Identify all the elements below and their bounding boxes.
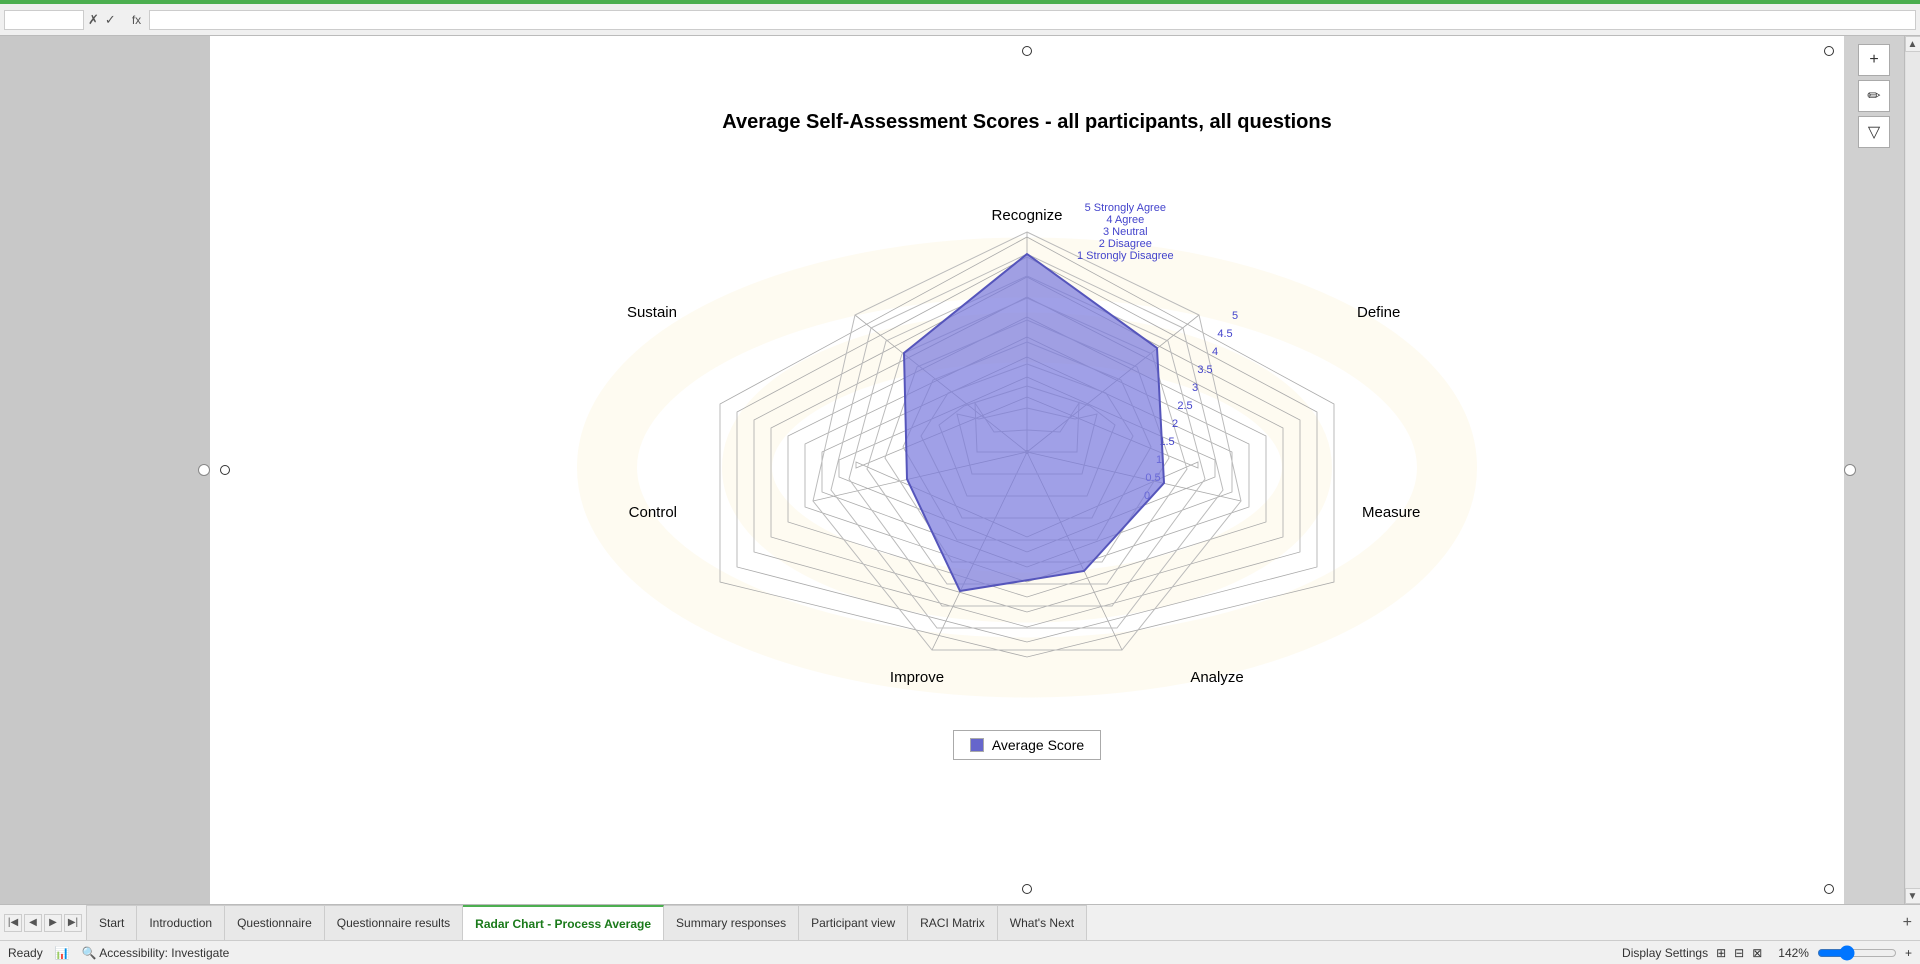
svg-text:5: 5 — [1232, 310, 1238, 322]
sheet-tabs: Start Introduction Questionnaire Questio… — [87, 905, 1895, 940]
label-sustain: Sustain — [627, 304, 677, 321]
legend-color — [970, 738, 984, 752]
svg-text:2: 2 — [1172, 418, 1178, 430]
cell-mode-icon: 📊 — [55, 946, 70, 960]
label-define: Define — [1357, 304, 1400, 321]
accessibility-label[interactable]: 🔍 Accessibility: Investigate — [82, 946, 230, 960]
svg-text:4: 4 — [1212, 346, 1218, 358]
sheet-nav-next[interactable]: ▶ — [44, 914, 62, 932]
zoom-in-icon[interactable]: + — [1905, 946, 1912, 960]
tab-questionnaire-results[interactable]: Questionnaire results — [325, 905, 463, 940]
cross-icon[interactable]: ✗ — [88, 12, 99, 28]
data-polygon — [904, 254, 1164, 591]
svg-text:4.5: 4.5 — [1217, 328, 1232, 340]
svg-text:2.5: 2.5 — [1177, 400, 1192, 412]
zoom-slider[interactable] — [1817, 945, 1897, 961]
right-panel: + ✏ ▽ — [1844, 36, 1904, 904]
label-analyze: Analyze — [1190, 669, 1243, 686]
handle-bottom[interactable] — [1022, 884, 1032, 894]
view-pagebreak-icon[interactable]: ⊠ — [1752, 946, 1762, 960]
label-improve: Improve — [890, 669, 944, 686]
svg-text:3: 3 — [1192, 382, 1198, 394]
status-left: Ready 📊 🔍 Accessibility: Investigate — [8, 946, 229, 960]
status-right: Display Settings ⊞ ⊟ ⊠ 142% + — [1622, 945, 1912, 961]
right-scrollbar: ▲ ▼ — [1904, 36, 1920, 904]
tab-questionnaire[interactable]: Questionnaire — [225, 905, 325, 940]
formula-bar: ✗ ✓ fx — [0, 4, 1920, 36]
label-measure: Measure — [1362, 504, 1420, 521]
label-control: Control — [629, 504, 677, 521]
chart-inner: Average Self-Assessment Scores - all par… — [497, 95, 1557, 845]
handle-top[interactable] — [1022, 46, 1032, 56]
zoom-level: 142% — [1778, 946, 1809, 960]
tab-whats-next[interactable]: What's Next — [998, 905, 1087, 940]
sheet-nav-first[interactable]: |◀ — [4, 914, 22, 932]
add-button[interactable]: + — [1858, 44, 1890, 76]
scroll-down[interactable]: ▼ — [1905, 888, 1920, 904]
cell-reference[interactable] — [4, 10, 84, 30]
label-recognize: Recognize — [992, 207, 1063, 224]
tab-introduction[interactable]: Introduction — [137, 905, 225, 940]
right-resize-handle[interactable] — [1844, 464, 1856, 476]
svg-text:3.5: 3.5 — [1197, 364, 1212, 376]
tab-raci-matrix[interactable]: RACI Matrix — [908, 905, 998, 940]
sheet-tab-bar: |◀ ◀ ▶ ▶| Start Introduction Questionnai… — [0, 904, 1920, 940]
left-gutter — [0, 36, 210, 904]
tab-radar-chart[interactable]: Radar Chart - Process Average — [463, 905, 664, 940]
scroll-track[interactable] — [1906, 52, 1920, 888]
radar-wrapper: 5 Strongly Agree 4 Agree 3 Neutral 2 Dis… — [497, 142, 1557, 760]
tab-start[interactable]: Start — [87, 905, 137, 940]
status-ready: Ready — [8, 946, 43, 960]
tab-summary-responses[interactable]: Summary responses — [664, 905, 799, 940]
chart-area: Average Self-Assessment Scores - all par… — [210, 36, 1844, 904]
scroll-up[interactable]: ▲ — [1905, 36, 1920, 52]
view-page-icon[interactable]: ⊟ — [1734, 946, 1744, 960]
handle-top-right[interactable] — [1824, 46, 1834, 56]
chart-title: Average Self-Assessment Scores - all par… — [497, 95, 1557, 142]
display-settings[interactable]: Display Settings — [1622, 946, 1708, 960]
check-icon[interactable]: ✓ — [105, 12, 116, 28]
legend-label: Average Score — [992, 737, 1084, 753]
handle-bottom-right[interactable] — [1824, 884, 1834, 894]
edit-button[interactable]: ✏ — [1858, 80, 1890, 112]
scale-legend: 5 Strongly Agree 4 Agree 3 Neutral 2 Dis… — [1077, 202, 1174, 262]
status-bar: Ready 📊 🔍 Accessibility: Investigate Dis… — [0, 940, 1920, 964]
radar-chart-svg: 5 4.5 4 3.5 3 2.5 2 1.5 1 0.5 0 — [577, 142, 1477, 722]
add-sheet-button[interactable]: + — [1895, 905, 1920, 940]
tab-participant-view[interactable]: Participant view — [799, 905, 908, 940]
fx-label: fx — [128, 13, 145, 27]
view-normal-icon[interactable]: ⊞ — [1716, 946, 1726, 960]
filter-button[interactable]: ▽ — [1858, 116, 1890, 148]
sheet-nav: |◀ ◀ ▶ ▶| — [0, 905, 87, 940]
sheet-nav-prev[interactable]: ◀ — [24, 914, 42, 932]
main-area: Average Self-Assessment Scores - all par… — [0, 36, 1920, 904]
formula-input[interactable] — [149, 10, 1916, 30]
left-resize-handle[interactable] — [198, 464, 210, 476]
chart-legend: Average Score — [953, 730, 1101, 760]
handle-left[interactable] — [220, 465, 230, 475]
sheet-nav-last[interactable]: ▶| — [64, 914, 82, 932]
